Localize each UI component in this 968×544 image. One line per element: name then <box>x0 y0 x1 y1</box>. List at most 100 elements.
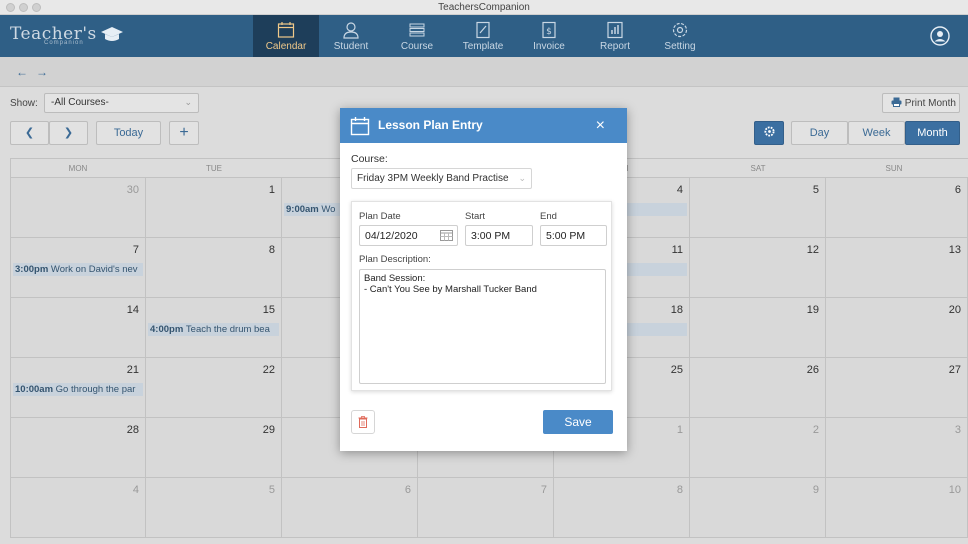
add-event-button[interactable]: + <box>169 121 199 145</box>
invoice-icon: $ <box>542 21 556 39</box>
calendar-event[interactable]: 4:00pm Teach the drum bea <box>148 323 279 336</box>
gear-icon <box>672 22 688 38</box>
nav-student-label: Student <box>333 41 369 52</box>
end-time-value: 5:00 PM <box>546 230 586 242</box>
calendar-day-cell[interactable]: 19 <box>690 298 826 358</box>
show-label: Show: <box>10 98 38 109</box>
calendar-day-cell[interactable]: 20 <box>826 298 968 358</box>
save-button[interactable]: Save <box>543 410 613 434</box>
event-title: Go through the par <box>55 384 136 395</box>
chevron-down-icon: ⌄ <box>518 173 526 183</box>
calendar-day-cell[interactable]: 12 <box>690 238 826 298</box>
view-week-button[interactable]: Week <box>848 121 905 145</box>
lesson-plan-modal: Lesson Plan Entry × Course: Friday 3PM W… <box>340 108 627 451</box>
start-time-field[interactable]: 3:00 PM <box>465 225 533 246</box>
day-number: 14 <box>126 304 139 316</box>
view-day-button[interactable]: Day <box>791 121 848 145</box>
calendar-event[interactable]: 10:00am Go through the par <box>13 383 143 396</box>
event-title: Teach the drum bea <box>185 324 270 335</box>
today-label: Today <box>113 127 144 139</box>
end-time-field[interactable]: 5:00 PM <box>540 225 607 246</box>
event-time: 9:00am <box>286 204 322 215</box>
zoom-window-button[interactable] <box>32 3 41 12</box>
nav-course[interactable]: Course <box>384 15 450 57</box>
calendar-day-cell[interactable]: 1 <box>146 178 282 238</box>
day-number: 13 <box>948 244 961 256</box>
event-time: 3:00pm <box>15 264 51 275</box>
calendar-day-cell[interactable]: 29 <box>146 418 282 478</box>
calendar-settings-button[interactable] <box>754 121 784 145</box>
chevron-right-icon: ❯ <box>63 127 74 139</box>
calendar-day-cell[interactable]: 6 <box>282 478 418 538</box>
next-month-button[interactable]: ❯ <box>49 121 88 145</box>
calendar-day-cell[interactable]: 15 4:00pm Teach the drum bea <box>146 298 282 358</box>
forward-arrow-icon[interactable]: → <box>36 65 48 79</box>
day-number: 25 <box>670 364 683 376</box>
student-icon <box>343 22 359 39</box>
calendar-day-cell[interactable]: 4 <box>10 478 146 538</box>
calendar-day-cell[interactable]: 27 <box>826 358 968 418</box>
nav-report[interactable]: Report <box>582 15 648 57</box>
close-icon[interactable]: × <box>596 108 605 143</box>
calendar-day-cell[interactable]: 2 <box>690 418 826 478</box>
plan-description-textarea[interactable]: Band Session: - Can't You See by Marshal… <box>359 269 606 384</box>
calendar-day-cell[interactable]: 22 <box>146 358 282 418</box>
calendar-day-cell[interactable]: 21 10:00am Go through the par <box>10 358 146 418</box>
day-number: 22 <box>262 364 275 376</box>
course-filter-select[interactable]: -All Courses- ⌄ <box>44 93 199 113</box>
day-number: 11 <box>671 244 683 256</box>
day-number: 19 <box>806 304 819 316</box>
calendar-day-cell[interactable]: 14 <box>10 298 146 358</box>
app-logo-subtitle: Companion <box>44 40 84 46</box>
nav-student[interactable]: Student <box>318 15 384 57</box>
user-account-icon[interactable] <box>930 26 950 46</box>
nav-template[interactable]: Template <box>450 15 516 57</box>
day-number: 1 <box>676 424 683 436</box>
calendar-day-cell[interactable]: 13 <box>826 238 968 298</box>
plan-date-field[interactable]: 04/12/2020 <box>359 225 458 246</box>
print-month-button[interactable]: Print Month <box>882 93 960 113</box>
course-icon <box>409 23 425 37</box>
calendar-day-cell[interactable]: 26 <box>690 358 826 418</box>
calendar-day-cell[interactable]: 6 <box>826 178 968 238</box>
today-button[interactable]: Today <box>96 121 161 145</box>
day-number: 7 <box>540 484 547 496</box>
close-window-button[interactable] <box>6 3 15 12</box>
nav-calendar[interactable]: Calendar <box>253 15 319 57</box>
calendar-day-cell[interactable]: 28 <box>10 418 146 478</box>
course-select-value: Friday 3PM Weekly Band Practise <box>357 173 509 184</box>
calendar-day-cell[interactable]: 3 <box>826 418 968 478</box>
day-number: 26 <box>806 364 819 376</box>
calendar-day-cell[interactable]: 7 <box>418 478 554 538</box>
calendar-day-cell[interactable]: 5 <box>690 178 826 238</box>
back-arrow-icon[interactable]: ← <box>16 65 28 79</box>
nav-setting-label: Setting <box>664 41 696 52</box>
course-label: Course: <box>351 153 388 165</box>
history-navigation: ← → <box>0 57 968 87</box>
delete-button[interactable] <box>351 410 375 434</box>
calendar-day-cell[interactable]: 8 <box>146 238 282 298</box>
view-day-label: Day <box>809 127 830 139</box>
view-month-button[interactable]: Month <box>905 121 960 145</box>
nav-invoice[interactable]: $ Invoice <box>516 15 582 57</box>
calendar-day-cell[interactable]: 30 <box>10 178 146 238</box>
plan-date-value: 04/12/2020 <box>365 230 418 242</box>
calendar-day-cell[interactable]: 10 <box>826 478 968 538</box>
printer-icon <box>891 97 902 107</box>
calendar-event[interactable]: 3:00pm Work on David's nev <box>13 263 143 276</box>
calendar-day-cell[interactable]: 5 <box>146 478 282 538</box>
prev-month-button[interactable]: ❮ <box>10 121 49 145</box>
calendar-day-cell[interactable]: 8 <box>554 478 690 538</box>
event-title: Work on David's nev <box>50 264 138 275</box>
nav-template-label: Template <box>462 41 504 52</box>
day-number: 12 <box>806 244 819 256</box>
date-picker-icon[interactable] <box>440 230 453 241</box>
minimize-window-button[interactable] <box>19 3 28 12</box>
calendar-day-cell[interactable]: 9 <box>690 478 826 538</box>
day-number: 5 <box>268 484 275 496</box>
event-time: 10:00am <box>15 384 56 395</box>
nav-setting[interactable]: Setting <box>647 15 713 57</box>
plan-details-panel: Plan Date Start End 04/12/2020 3:00 PM 5… <box>351 201 612 391</box>
course-select[interactable]: Friday 3PM Weekly Band Practise ⌄ <box>351 168 532 189</box>
calendar-day-cell[interactable]: 7 3:00pm Work on David's nev <box>10 238 146 298</box>
